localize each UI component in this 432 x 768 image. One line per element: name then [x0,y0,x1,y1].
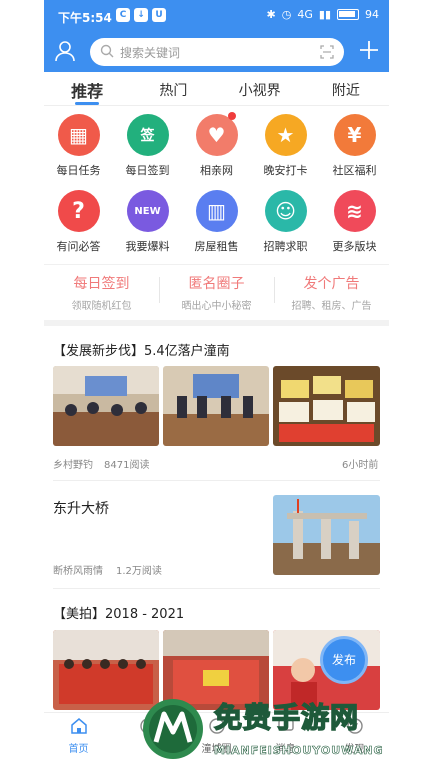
grid-label: 每日签到 [125,164,170,177]
grid-label: 有问必答 [56,240,101,253]
feed-separator [53,588,380,589]
status-time: 下午5:54 [58,11,112,25]
watermark-logo-icon [143,699,203,759]
calendar-icon: ▦ [57,114,100,156]
feed-item-title[interactable]: 东升大桥 [53,498,109,518]
section-divider [44,320,389,326]
category-tabs: 推荐 热门 小视界 附近 [44,72,389,106]
grid-label: 我要爆料 [125,240,170,253]
shield-notification-icon: U [152,8,166,22]
download-notification-icon: ↓ [134,8,148,22]
feed-reads: 1.2万阅读 [116,566,162,577]
user-icon[interactable] [54,40,76,62]
grid-item-welfare[interactable]: ¥ 社区福利 [320,114,389,178]
app-header: 下午5:54 C ↓ U ✱ ◷ 4G ▮▮ 94 搜索关键词 [44,0,389,72]
grid-label: 晚安打卡 [263,164,308,177]
feed-image[interactable] [273,366,380,446]
feed-reads: 8471阅读 [104,460,150,471]
feed-image[interactable] [53,366,159,446]
promo-title: 发个广告 [303,276,360,292]
plus-icon[interactable] [359,40,379,60]
grid-label: 每日任务 [56,164,101,177]
feed-item-title[interactable]: 【发展新步伐】5.4亿落户潼南 [53,340,230,359]
tab-hot[interactable]: 热门 [130,72,216,105]
tab-nearby[interactable]: 附近 [303,72,389,105]
promo-subtitle: 领取随机红包 [71,301,132,312]
scan-icon[interactable] [320,45,334,59]
grid-item-daily-task[interactable]: ▦ 每日任务 [44,114,113,178]
app-notification-icon: C [116,8,130,22]
grid-label: 更多版块 [332,240,377,253]
grid-item-daily-signin[interactable]: 签 每日签到 [113,114,182,178]
grid-label: 相亲网 [200,164,233,177]
new-icon: NEW [126,190,169,232]
grid-item-goodnight[interactable]: ★ 晚安打卡 [251,114,320,178]
search-placeholder: 搜索关键词 [120,46,181,60]
watermark-subtitle: MIANFEISHOUYOUWANG [214,744,384,758]
grid-item-report[interactable]: NEW 我要爆料 [113,190,182,254]
site-watermark: 免费手游网 MIANFEISHOUYOUWANG [140,692,418,766]
status-right: ✱ ◷ 4G ▮▮ 94 [267,8,379,21]
promo-subtitle: 招聘、租房、广告 [291,301,372,312]
notification-dot [228,112,236,120]
feed-separator [53,480,380,481]
grid-label: 社区福利 [332,164,377,177]
grid-item-jobs[interactable]: ☺ 招聘求职 [251,190,320,254]
status-notification-icons: C ↓ U [116,8,166,22]
alarm-icon: ◷ [281,8,292,21]
star-icon: ★ [264,114,307,156]
tab-small-view[interactable]: 小视界 [217,72,303,105]
layers-icon: ≋ [333,190,376,232]
grid-item-dating[interactable]: ♥ 相亲网 [182,112,251,178]
grid-item-qa[interactable]: ? 有问必答 [44,190,113,254]
grid-item-more[interactable]: ≋ 更多版块 [320,190,389,254]
publish-button[interactable]: 发布 [320,636,368,684]
feed-image[interactable] [273,495,380,575]
promo-row: 每日签到 领取随机红包 匿名圈子 晒出心中小秘密 发个广告 招聘、租房、广告 [44,264,389,316]
promo-daily-signin[interactable]: 每日签到 领取随机红包 [44,265,159,316]
bluetooth-icon: ✱ [266,8,276,21]
signal-icon: ▮▮ [318,8,331,21]
feed-author: 断桥风雨情 [53,566,103,577]
heart-icon: ♥ [195,114,238,156]
nav-home[interactable]: 首页 [44,713,113,756]
job-icon: ☺ [264,190,307,232]
sign-in-icon: 签 [126,114,169,156]
grid-label: 房屋租售 [194,240,239,253]
question-icon: ? [57,190,100,232]
search-box[interactable]: 搜索关键词 [90,38,344,66]
battery-level: 94 [365,8,379,21]
promo-anonymous-circle[interactable]: 匿名圈子 晒出心中小秘密 [159,265,274,316]
gift-icon: ¥ [333,114,376,156]
battery-icon [337,9,359,20]
tab-recommend[interactable]: 推荐 [44,72,130,105]
promo-title: 每日签到 [73,276,130,292]
promo-subtitle: 晒出心中小秘密 [181,301,252,312]
search-icon [100,44,114,58]
feed-item-title[interactable]: 【美拍】2018 - 2021 [53,603,184,622]
promo-title: 匿名圈子 [188,276,245,292]
feed-image[interactable] [163,366,269,446]
nav-label: 首页 [68,744,89,755]
status-bar: 下午5:54 C ↓ U ✱ ◷ 4G ▮▮ 94 [44,0,389,32]
feed-author: 乡村野钓 [53,460,93,471]
watermark-title: 免费手游网 [213,700,360,735]
promo-post-ad[interactable]: 发个广告 招聘、租房、广告 [274,265,389,316]
building-icon: ▥ [195,190,238,232]
feed-time: 6小时前 [342,460,379,471]
home-icon [70,718,87,734]
feature-grid: ▦ 每日任务 签 每日签到 ♥ 相亲网 ★ 晚安打卡 ¥ 社区福利 ? 有问必答… [44,112,389,254]
grid-label: 招聘求职 [263,240,308,253]
grid-item-housing[interactable]: ▥ 房屋租售 [182,190,251,254]
network-label: 4G [297,8,313,21]
